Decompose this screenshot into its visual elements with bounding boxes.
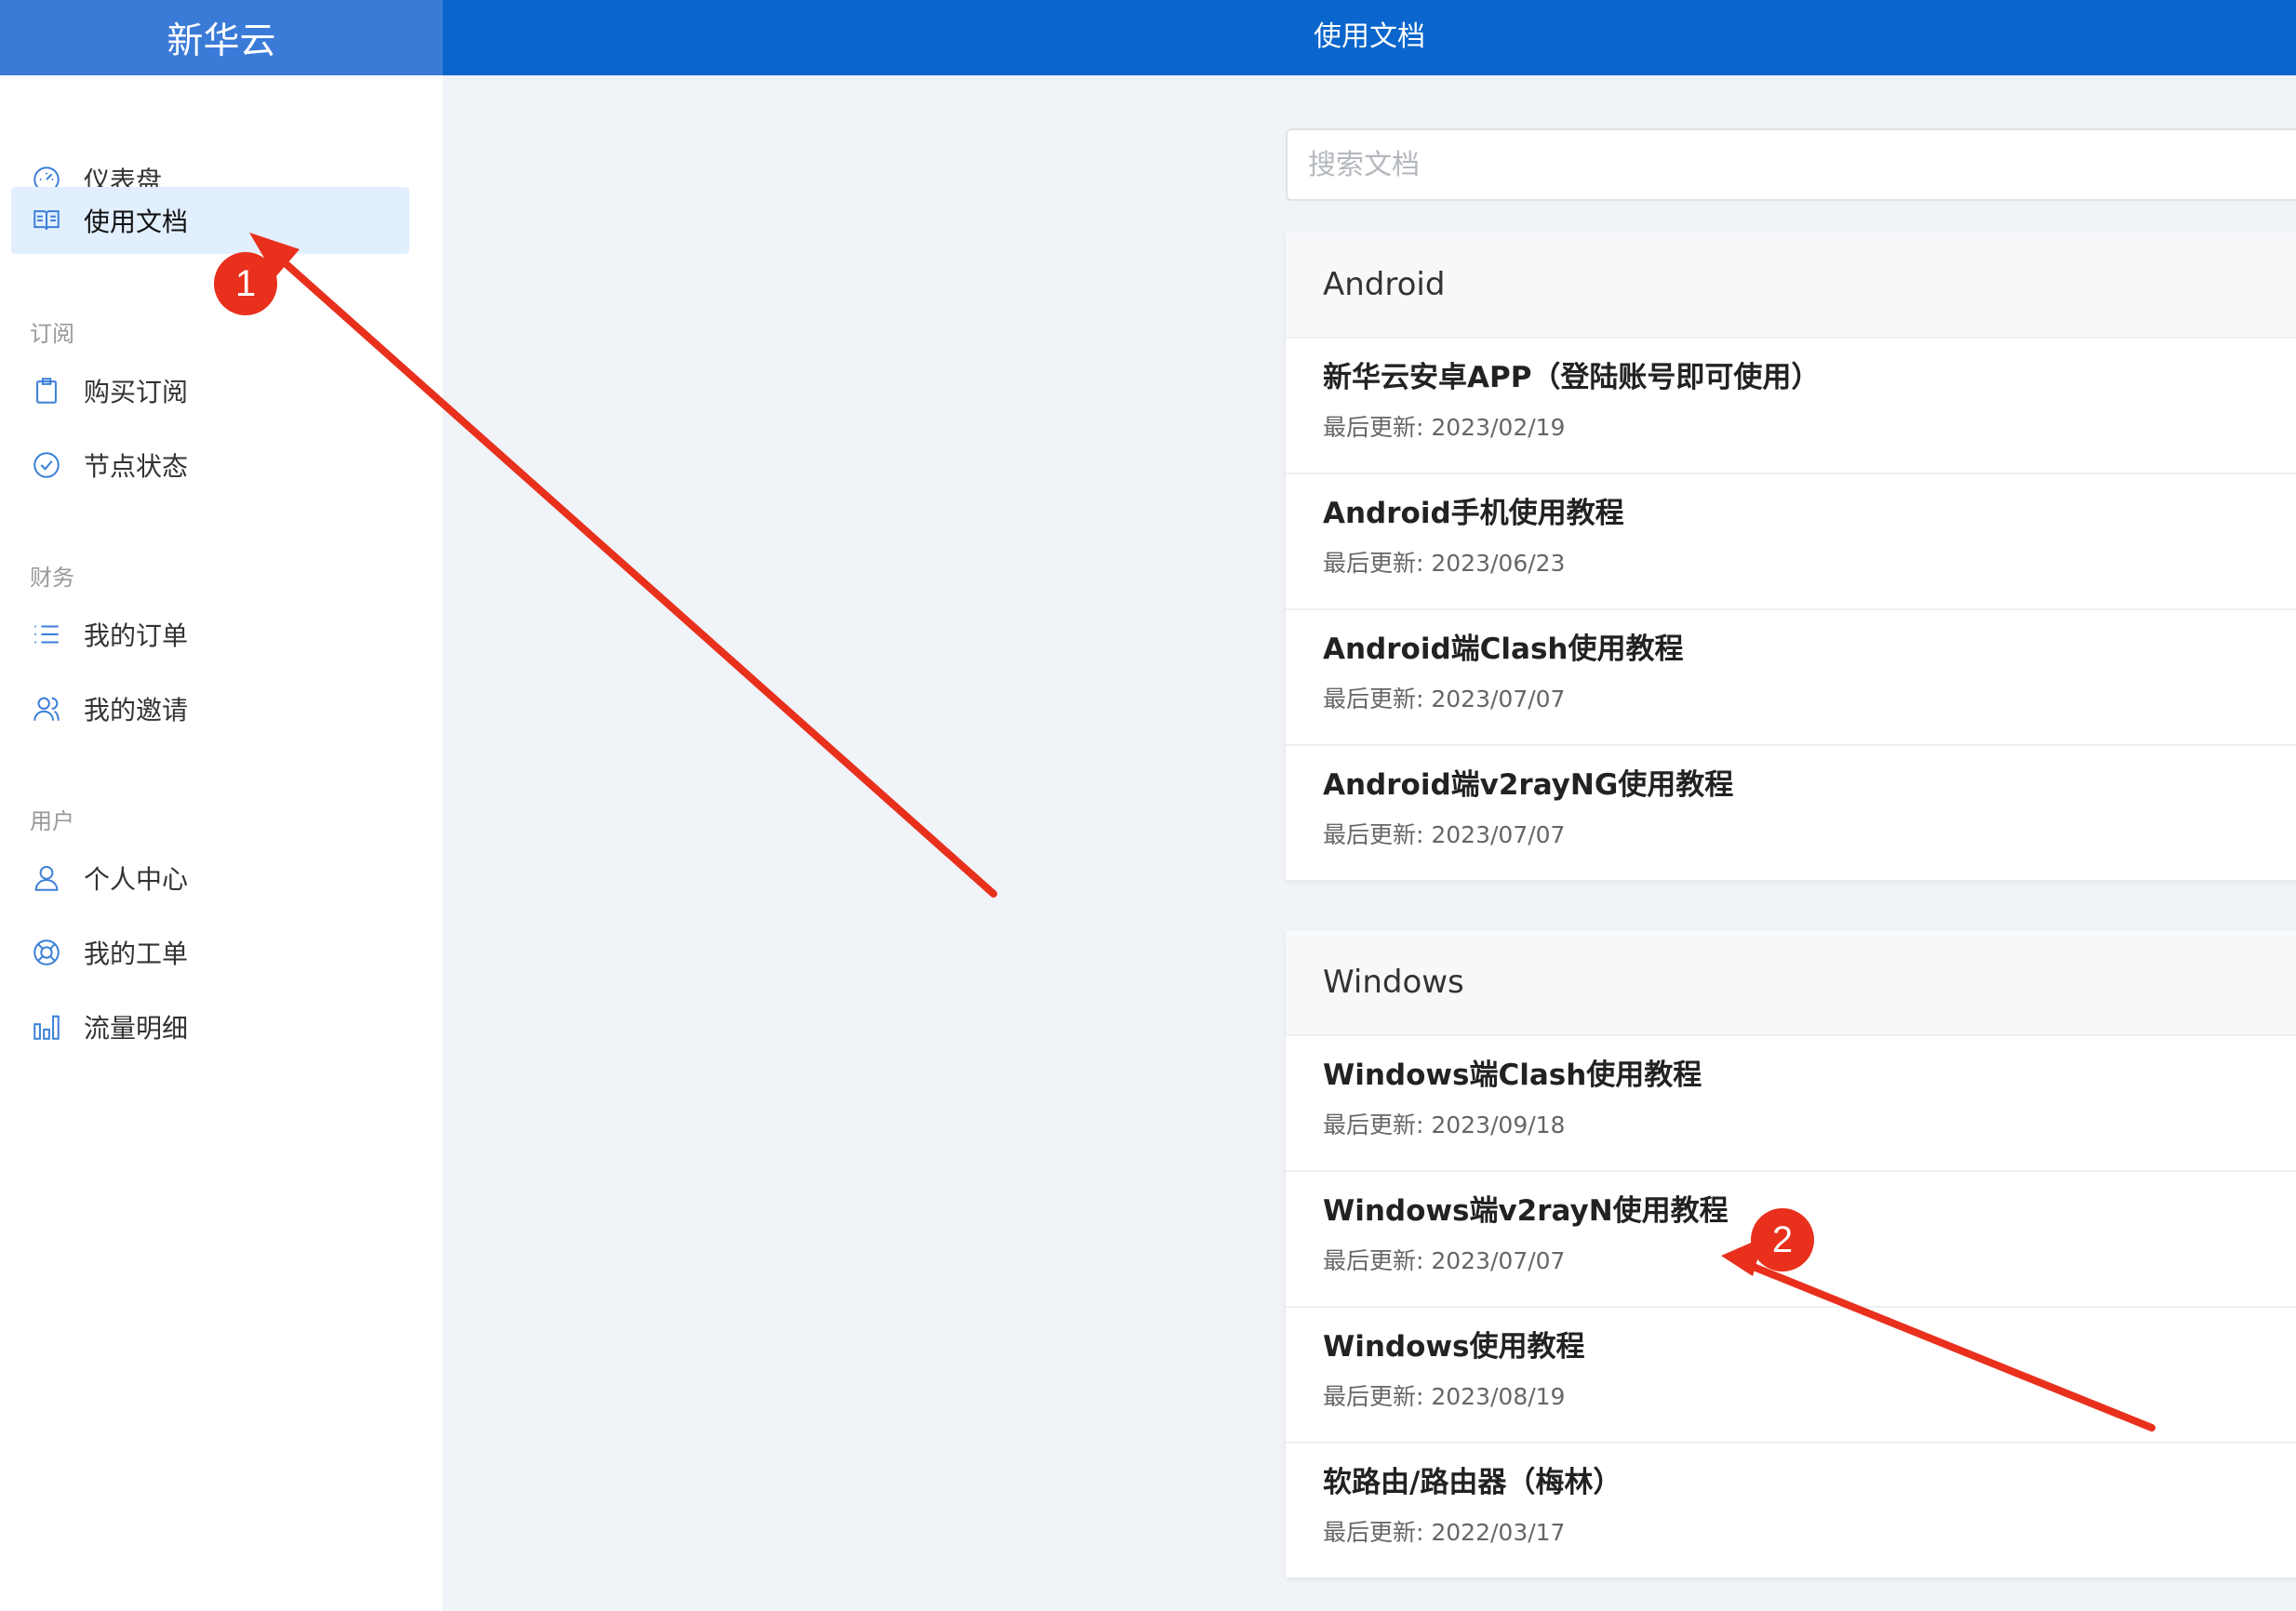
doc-title: Windows端v2rayN使用教程 — [1323, 1194, 1729, 1228]
sidebar-item-profile[interactable]: 个人中心 — [11, 845, 409, 912]
sidebar-item-my-invites[interactable]: 我的邀请 — [11, 675, 409, 742]
doc-item[interactable]: Windows端v2rayN使用教程 最后更新: 2023/07/07 — [1286, 1170, 2296, 1306]
user-icon — [30, 861, 63, 895]
list-icon — [30, 618, 63, 651]
doc-updated: 最后更新: 2023/06/23 — [1323, 550, 1566, 577]
search-input[interactable] — [1286, 128, 2296, 201]
sidebar-item-label: 我的订单 — [84, 620, 189, 651]
section-label-subscribe: 订阅 — [30, 321, 74, 347]
page-title: 使用文档 — [1314, 20, 1425, 53]
doc-item[interactable]: 软路由/路由器（梅林） 最后更新: 2022/03/17 — [1286, 1442, 2296, 1578]
doc-title: 软路由/路由器（梅林） — [1323, 1466, 1622, 1499]
sidebar-item-label: 流量明细 — [84, 1013, 189, 1044]
doc-updated: 最后更新: 2023/09/18 — [1323, 1112, 1566, 1138]
bar-chart-icon — [30, 1010, 63, 1044]
doc-title: Android手机使用教程 — [1323, 497, 1624, 530]
sidebar-item-label: 购买订阅 — [84, 377, 189, 407]
doc-item[interactable]: 新华云安卓APP（登陆账号即可使用） 最后更新: 2023/02/19 — [1286, 337, 2296, 473]
doc-item[interactable]: Windows端Clash使用教程 最后更新: 2023/09/18 — [1286, 1034, 2296, 1170]
doc-updated: 最后更新: 2023/07/07 — [1323, 1247, 1566, 1274]
sidebar-item-node-status[interactable]: 节点状态 — [11, 432, 409, 499]
doc-title: Android端Clash使用教程 — [1323, 632, 1684, 666]
sidebar: 仪表盘 使用文档 订阅 购买订阅 节点状态 财务 我的订单 我的邀请 用户 个人… — [0, 75, 443, 1611]
page-header: 使用文档 — [443, 0, 2296, 75]
check-circle-icon — [30, 448, 63, 482]
clipboard-icon — [30, 374, 63, 407]
sidebar-item-label: 个人中心 — [84, 864, 189, 895]
doc-title: 新华云安卓APP（登陆账号即可使用） — [1323, 361, 1821, 394]
doc-item[interactable]: Android手机使用教程 最后更新: 2023/06/23 — [1286, 473, 2296, 608]
lifebuoy-icon — [30, 936, 63, 969]
doc-updated: 最后更新: 2023/07/07 — [1323, 686, 1566, 712]
sidebar-item-traffic[interactable]: 流量明细 — [11, 993, 409, 1060]
section-label-finance: 财务 — [30, 565, 74, 591]
doc-group-windows: Windows Windows端Clash使用教程 最后更新: 2023/09/… — [1286, 930, 2296, 1578]
doc-updated: 最后更新: 2023/07/07 — [1323, 821, 1566, 848]
users-icon — [30, 692, 63, 726]
brand-logo-text[interactable]: 新华云 — [0, 0, 443, 75]
sidebar-item-label: 我的邀请 — [84, 695, 189, 726]
doc-updated: 最后更新: 2022/03/17 — [1323, 1519, 1566, 1546]
sidebar-item-my-orders[interactable]: 我的订单 — [11, 601, 409, 668]
book-icon — [30, 204, 63, 237]
section-label-user: 用户 — [30, 808, 74, 834]
doc-item[interactable]: Windows使用教程 最后更新: 2023/08/19 — [1286, 1306, 2296, 1442]
sidebar-item-label: 节点状态 — [84, 451, 189, 482]
doc-item[interactable]: Android端v2rayNG使用教程 最后更新: 2023/07/07 — [1286, 744, 2296, 880]
doc-item[interactable]: Android端Clash使用教程 最后更新: 2023/07/07 — [1286, 608, 2296, 744]
sidebar-item-buy-subscription[interactable]: 购买订阅 — [11, 357, 409, 424]
doc-title: Android端v2rayNG使用教程 — [1323, 768, 1734, 802]
doc-updated: 最后更新: 2023/08/19 — [1323, 1383, 1566, 1410]
doc-title: Windows端Clash使用教程 — [1323, 1058, 1702, 1092]
doc-group-android: Android 新华云安卓APP（登陆账号即可使用） 最后更新: 2023/02… — [1286, 233, 2296, 880]
doc-group-title: Windows — [1286, 930, 2296, 1034]
sidebar-item-docs[interactable]: 使用文档 — [11, 187, 409, 254]
sidebar-item-tickets[interactable]: 我的工单 — [11, 919, 409, 986]
doc-title: Windows使用教程 — [1323, 1330, 1585, 1364]
doc-updated: 最后更新: 2023/02/19 — [1323, 414, 1566, 441]
sidebar-item-label: 我的工单 — [84, 939, 189, 969]
sidebar-item-label: 使用文档 — [84, 206, 189, 237]
doc-group-title: Android — [1286, 233, 2296, 337]
